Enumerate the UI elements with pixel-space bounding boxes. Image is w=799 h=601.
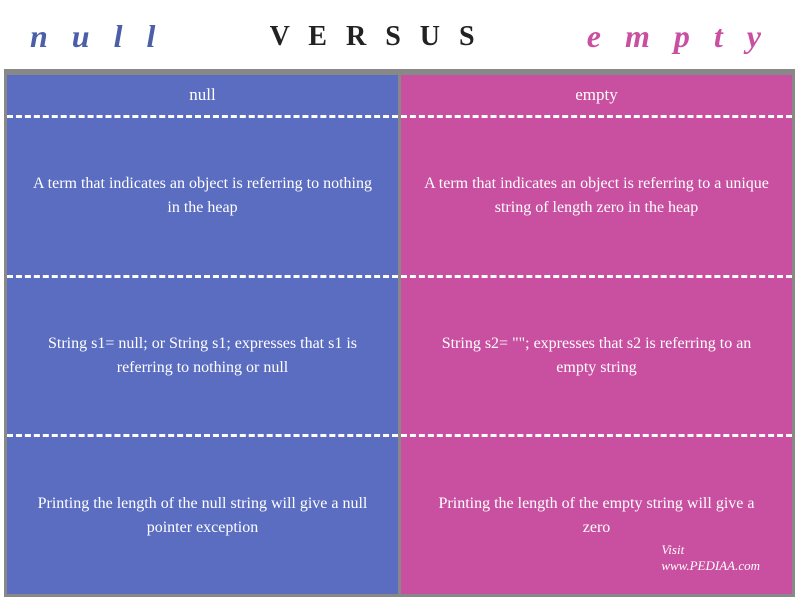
null-row-2: String s1= null; or String s1; expresses… [7,278,398,438]
empty-column-header: empty [401,75,792,118]
versus-label: V E R S U S [270,21,481,53]
empty-row-2: String s2= ""; expresses that s2 is refe… [401,278,792,438]
empty-column: empty A term that indicates an object is… [401,75,792,594]
header: n u l l V E R S U S e m p t y [0,0,799,69]
empty-title: e m p t y [587,18,769,55]
null-column: null A term that indicates an object is … [7,75,401,594]
comparison-table: null A term that indicates an object is … [4,69,795,597]
empty-row-1: A term that indicates an object is refer… [401,118,792,278]
null-column-header: null [7,75,398,118]
null-row-1: A term that indicates an object is refer… [7,118,398,278]
null-title: n u l l [30,18,163,55]
pediaa-footer: Visit www.PEDIAA.com [661,542,760,574]
table-body: null A term that indicates an object is … [7,72,792,594]
main-container: n u l l V E R S U S e m p t y null A ter… [0,0,799,601]
null-row-3: Printing the length of the null string w… [7,437,398,594]
